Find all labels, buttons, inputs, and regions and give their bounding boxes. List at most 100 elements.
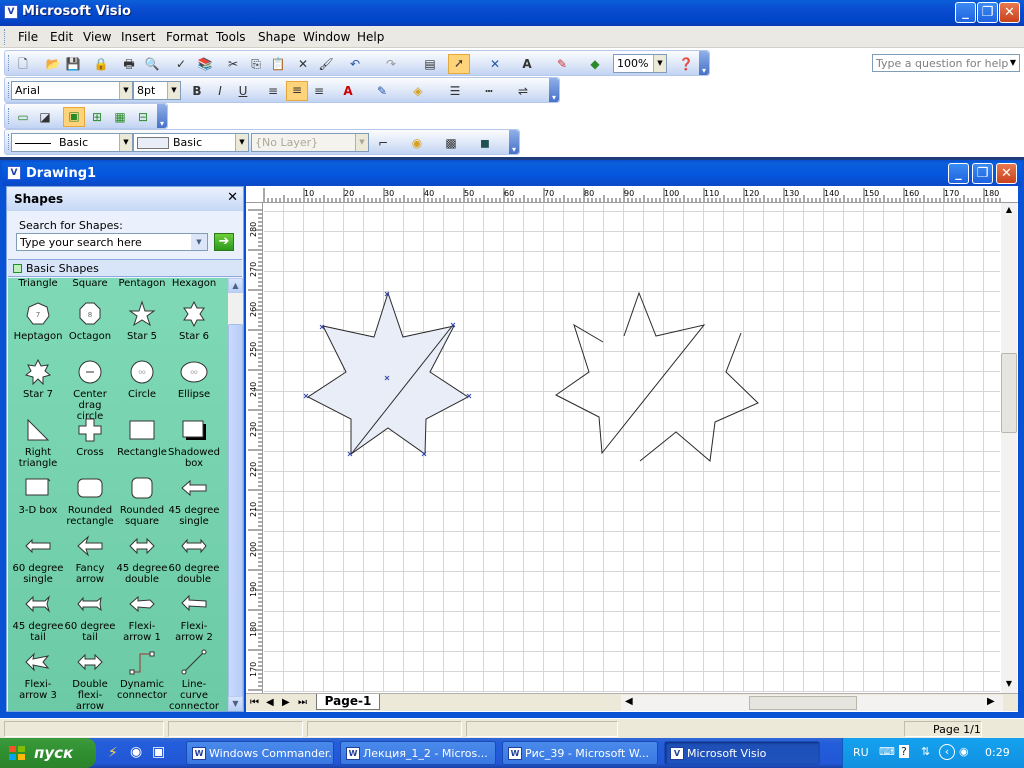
undo-icon[interactable]: ↶ [347,56,363,72]
delete-icon[interactable]: ✕ [295,56,311,72]
snap-icon[interactable]: ▭ [15,109,31,125]
star7-piece-right[interactable] [639,332,759,462]
shape-item-heptagon[interactable]: 7 Heptagon [12,300,64,342]
task-windows-commander[interactable]: W Windows Commander... [186,741,334,765]
shape-item-star7[interactable]: Star 7 [12,358,64,400]
zoom-combo[interactable]: 100% ▼ [613,54,667,73]
chevron-down-icon[interactable]: ▼ [191,234,207,250]
toolbar-grip[interactable] [8,108,11,124]
help-icon[interactable]: ❓ [678,56,694,72]
menu-insert[interactable]: Insert [121,30,155,44]
shadow-color-icon[interactable]: ◉ [409,135,425,151]
shape-item-pentagon[interactable]: Pentagon [116,278,168,289]
task-microsoft-visio[interactable]: V Microsoft Visio [664,741,820,765]
shape-item-rounded-rectangle[interactable]: Rounded rectangle [64,474,116,527]
snap-grid-icon[interactable]: ▣ [63,107,85,127]
line-style-combo[interactable]: Basic ▼ [11,133,133,152]
help-search-input[interactable]: Type a question for help ▼ [872,54,1020,72]
task-lecture-doc[interactable]: W Лекция_1_2 - Micros... [340,741,496,765]
font-color-icon[interactable]: A [340,83,356,99]
shape-item-cross[interactable]: Cross [64,416,116,458]
chevron-down-icon[interactable]: ▼ [653,55,666,72]
toolbar-options-icon[interactable]: ▾ [509,130,519,154]
menu-window[interactable]: Window [303,30,350,44]
hide-icons-icon[interactable]: ‹ [939,744,955,760]
close-icon[interactable]: ✕ [227,190,238,205]
chevron-down-icon[interactable]: ▼ [119,134,132,151]
scroll-right-icon[interactable]: ▶ [987,696,995,707]
task-fig39-doc[interactable]: W Рис_39 - Microsoft W... [502,741,658,765]
shape-item-circle[interactable]: oo Circle [116,358,168,400]
chevron-down-icon[interactable]: ▼ [355,134,368,151]
shape-item-arrow-45-tail[interactable]: 45 degree tail [12,590,64,643]
star7-piece-left[interactable] [555,291,706,455]
menu-tools[interactable]: Tools [216,30,246,44]
shape-item-octagon[interactable]: 8 Octagon [64,300,116,342]
toolbar-options-icon[interactable]: ▾ [157,104,167,128]
text-tool-icon[interactable]: A [519,56,535,72]
copy-icon[interactable]: ⎘ [248,56,264,72]
shape-item-line-curve-connector[interactable]: Line-curve connector [168,648,220,711]
shape-item-arrow-45-single[interactable]: 45 degree single [168,474,220,527]
print-preview-icon[interactable]: 🔍 [144,56,160,72]
shape-item-shadowed-box[interactable]: Shadowed box [168,416,220,469]
shape-item-arrow-45-double[interactable]: 45 degree double [116,532,168,585]
chevron-down-icon[interactable]: ▼ [235,134,248,151]
shape-item-rounded-square[interactable]: Rounded square [116,474,168,527]
shape-item-arrow-60-single[interactable]: 60 degree single [12,532,64,585]
shape-item-flexi-arrow-2[interactable]: Flexi-arrow 2 [168,590,220,643]
scroll-left-icon[interactable]: ◀ [625,696,633,707]
clock[interactable]: 0:29 [985,746,1010,759]
shape-item-double-flexi-arrow[interactable]: Double flexi-arrow [64,648,116,711]
scroll-up-icon[interactable]: ▲ [228,278,243,293]
quick-launch-icon[interactable]: ⚡ [108,745,118,761]
menu-grip[interactable] [4,29,7,45]
menu-view[interactable]: View [83,30,111,44]
snap-points-icon[interactable]: ▦ [112,109,128,125]
search-go-button[interactable]: ➔ [214,233,234,251]
stamp-icon[interactable]: ◆ [587,56,603,72]
permission-icon[interactable]: 🔒 [93,56,109,72]
snap-shape-icon[interactable]: ⊟ [135,109,151,125]
toolbar-options-icon[interactable]: ▾ [549,78,559,102]
start-button[interactable]: пуск [0,738,96,768]
canvas-vscrollbar[interactable]: ▲ ▼ [1001,203,1017,693]
new-icon[interactable]: 🗋 [15,56,31,72]
open-icon[interactable]: 📂 [45,56,61,72]
menu-format[interactable]: Format [166,30,208,44]
menu-edit[interactable]: Edit [50,30,73,44]
save-icon[interactable]: 💾 [65,56,81,72]
line-pattern-icon[interactable]: ┅ [481,83,497,99]
redo-icon[interactable]: ↷ [383,56,399,72]
underline-icon[interactable]: U [235,83,251,99]
last-page-icon[interactable]: ⏭ [298,697,307,708]
stencil-scrollbar[interactable]: ▲ ▼ [228,278,243,711]
fill-style-combo[interactable]: Basic ▼ [133,133,249,152]
format-painter-icon[interactable]: 🖌 [318,56,334,72]
scroll-down-icon[interactable]: ▼ [1001,677,1017,692]
shape-item-center-drag-circle[interactable]: Center drag circle [64,358,116,422]
scroll-down-icon[interactable]: ▼ [228,696,243,711]
doc-restore-button[interactable]: ❐ [972,163,993,184]
menu-file[interactable]: File [18,30,38,44]
close-button[interactable]: ✕ [999,2,1020,23]
toolbar-options-icon[interactable]: ▾ [699,51,709,75]
print-icon[interactable]: 🖶 [121,56,137,72]
shape-item-3d-box[interactable]: 3-D box [12,474,64,516]
font-size-combo[interactable]: 8pt ▼ [133,81,181,100]
desktop-icon[interactable]: ▣ [152,744,165,760]
shape-item-square[interactable]: Square [64,278,116,289]
chevron-down-icon[interactable]: ▼ [167,82,180,99]
line-color-icon[interactable]: ✎ [374,83,390,99]
keyboard-icon[interactable]: ⌨ [879,745,895,758]
shape-item-flexi-arrow-3[interactable]: Flexi-arrow 3 [12,648,64,701]
spelling-icon[interactable]: ✓ [173,56,189,72]
document-icon[interactable]: V [7,166,21,180]
connector-tool-icon[interactable]: ✕ [487,56,503,72]
shape-item-triangle[interactable]: Triangle [12,278,64,289]
italic-icon[interactable]: I [212,83,228,99]
minimize-button[interactable]: _ [955,2,976,23]
chevron-down-icon[interactable]: ▼ [119,82,132,99]
visio-app-icon[interactable]: V [4,5,18,19]
bold-icon[interactable]: B [189,83,205,99]
